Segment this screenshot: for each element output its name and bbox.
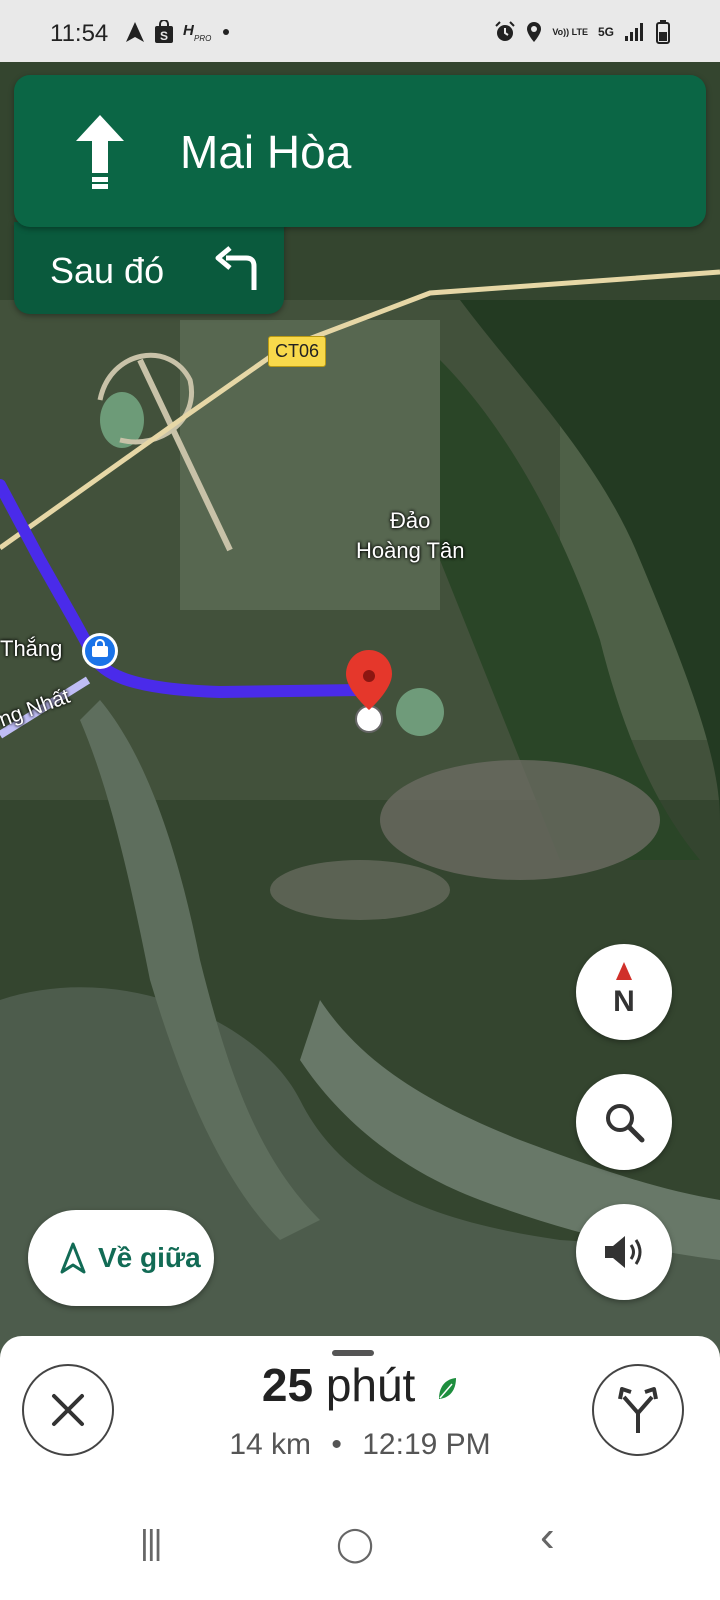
dot-icon — [223, 29, 229, 35]
place-label-thang: Thắng — [0, 636, 63, 661]
back-button[interactable]: ‹ — [540, 1512, 555, 1562]
recents-button[interactable]: ||| — [140, 1524, 162, 1563]
navigation-arrow-icon — [126, 22, 144, 42]
straight-arrow-icon — [76, 115, 124, 189]
navigation-banner[interactable]: Mai Hòa — [14, 75, 706, 227]
duration-unit: phút — [325, 1359, 416, 1411]
trip-summary-sheet[interactable]: 25 phút 14 km • 12:19 PM ||| ◯ ‹ — [0, 1336, 720, 1600]
sound-button[interactable] — [576, 1204, 672, 1300]
search-button[interactable] — [576, 1074, 672, 1170]
search-icon — [606, 1104, 645, 1143]
next-street-name: Mai Hòa — [180, 126, 352, 178]
signal-icon — [625, 23, 643, 41]
road-shield-ct06[interactable]: CT06 — [268, 336, 327, 367]
app-icon: H PRO — [183, 22, 211, 43]
volume-icon — [605, 1236, 642, 1268]
volte-indicator: Vo)) LTE — [552, 26, 588, 37]
system-navigation-bar: ||| ◯ ‹ — [0, 1496, 720, 1600]
turn-left-icon — [215, 246, 257, 290]
svg-text:S: S — [160, 29, 168, 43]
status-bar: 11:54 S H PRO Vo)) LTE 5G — [0, 0, 720, 62]
eta-separator: • — [331, 1428, 342, 1461]
trip-distance: 14 km — [229, 1428, 312, 1461]
status-time: 11:54 — [50, 20, 109, 47]
duration-number: 25 — [261, 1359, 314, 1411]
fork-route-icon — [618, 1387, 658, 1433]
svg-text:PRO: PRO — [194, 34, 211, 43]
compass-needle-icon — [616, 962, 632, 980]
island-label: Đảo Hoàng Tân — [356, 508, 465, 563]
battery-icon — [656, 20, 670, 44]
location-icon — [527, 22, 542, 42]
shopping-bag-icon: S — [155, 20, 173, 43]
navigation-arrow-icon — [60, 1242, 86, 1274]
then-label: Sau đó — [50, 250, 165, 291]
home-button[interactable]: ◯ — [336, 1524, 374, 1564]
compass-label: N — [613, 985, 635, 1018]
sheet-drag-handle[interactable] — [332, 1350, 374, 1356]
compass-button[interactable]: N — [576, 944, 672, 1040]
alarm-icon — [495, 21, 516, 41]
recenter-label: Về giữa — [98, 1242, 201, 1273]
alternate-routes-button[interactable] — [592, 1364, 684, 1456]
network-indicator: 5G — [597, 24, 614, 39]
then-banner[interactable]: Sau đó — [14, 222, 284, 314]
leaf-icon — [439, 1377, 457, 1399]
arrival-time: 12:19 PM — [362, 1428, 491, 1461]
recenter-button[interactable]: Về giữa — [28, 1210, 214, 1306]
